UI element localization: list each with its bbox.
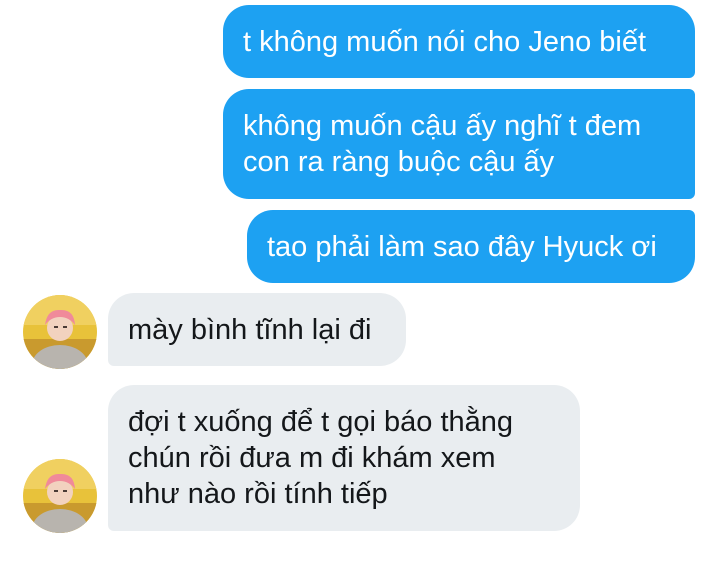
message-text: không muốn cậu ấy nghĩ t đem con ra ràng… xyxy=(243,110,642,178)
contact-avatar[interactable] xyxy=(23,459,97,533)
message-bubble-sent[interactable]: t không muốn nói cho Jeno biết xyxy=(223,5,695,78)
avatar-image xyxy=(23,459,97,533)
message-text: đợi t xuống để t gọi báo thằng chún rồi … xyxy=(128,406,514,510)
message-text: tao phải làm sao đây Hyuck ơi xyxy=(267,231,657,263)
message-bubble-sent[interactable]: tao phải làm sao đây Hyuck ơi xyxy=(247,210,695,283)
message-bubble-received[interactable]: đợi t xuống để t gọi báo thằng chún rồi … xyxy=(108,385,580,531)
avatar-image xyxy=(23,295,97,369)
contact-avatar[interactable] xyxy=(23,295,97,369)
message-bubble-sent[interactable]: không muốn cậu ấy nghĩ t đem con ra ràng… xyxy=(223,89,695,199)
message-bubble-received[interactable]: mày bình tĩnh lại đi xyxy=(108,293,406,366)
message-text: t không muốn nói cho Jeno biết xyxy=(243,26,647,58)
message-text: mày bình tĩnh lại đi xyxy=(128,314,372,346)
